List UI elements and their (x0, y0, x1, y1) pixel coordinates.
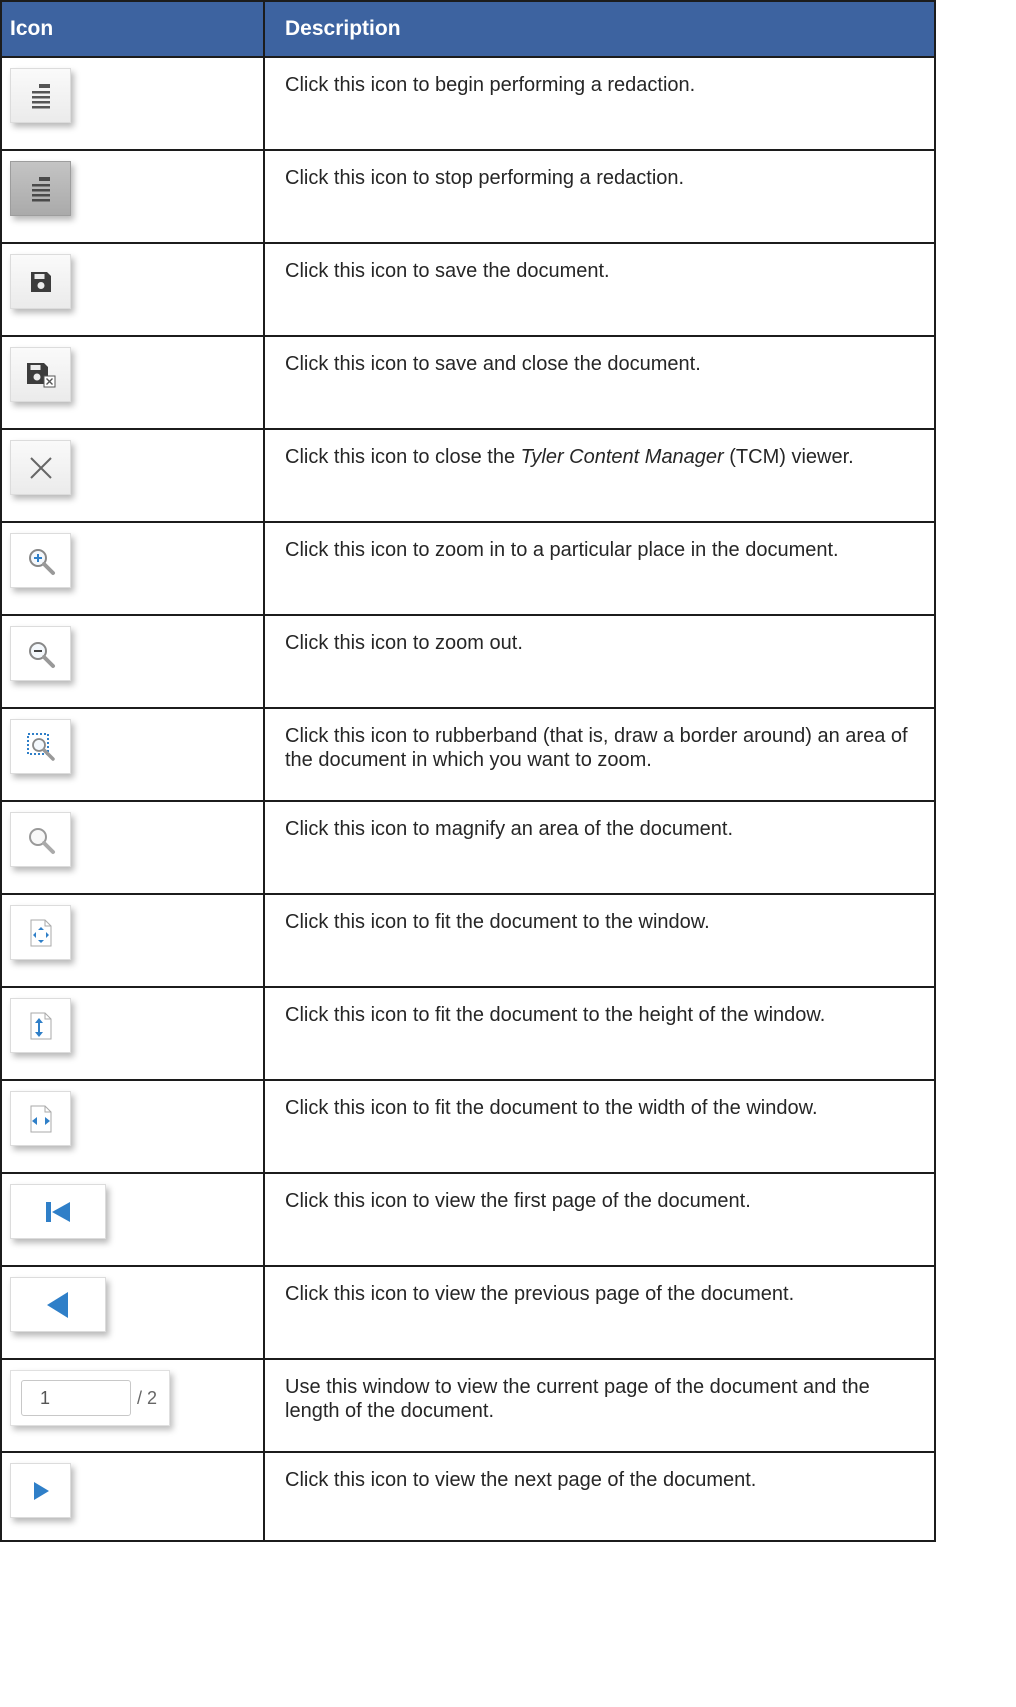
fit-window-icon (30, 919, 51, 946)
description-cell: Click this icon to zoom out. (263, 614, 935, 708)
fit-width-button[interactable] (10, 1091, 71, 1146)
icon-cell (1, 335, 264, 429)
save-button[interactable] (10, 254, 71, 309)
icon-cell (1, 614, 264, 708)
table-row: Click this icon to view the next page of… (1, 1451, 935, 1541)
icon-cell (1, 800, 264, 894)
fit-height-button[interactable] (10, 998, 71, 1053)
icon-cell (1, 428, 264, 522)
table-row: Click this icon to zoom out. (1, 614, 935, 708)
fit-window-button[interactable] (10, 905, 71, 960)
magnify-button[interactable] (10, 812, 71, 867)
table-row: Click this icon to close the Tyler Conte… (1, 428, 935, 522)
next-page-button[interactable] (10, 1463, 71, 1518)
icon-cell (1, 1451, 264, 1541)
description-cell: Click this icon to fit the document to t… (263, 1079, 935, 1173)
description-cell: Click this icon to view the previous pag… (263, 1265, 935, 1359)
start-redaction-icon (31, 83, 50, 108)
description-cell: Click this icon to rubberband (that is, … (263, 707, 935, 801)
table-row: Click this icon to view the previous pag… (1, 1265, 935, 1359)
close-button[interactable] (10, 440, 71, 495)
description-text: (TCM) viewer. (723, 446, 854, 468)
description-cell: Click this icon to fit the document to t… (263, 986, 935, 1080)
table-row: Click this icon to save the document. (1, 242, 935, 336)
stop-redaction-button[interactable] (10, 161, 71, 216)
current-page-input[interactable]: 1 (21, 1380, 131, 1416)
table-row: Click this icon to save and close the do… (1, 335, 935, 429)
icon-cell (1, 1079, 264, 1173)
icon-cell (1, 1172, 264, 1266)
table-row: Click this icon to rubberband (that is, … (1, 707, 935, 801)
previous-page-icon (47, 1291, 68, 1318)
description-text: Click this icon to close the (285, 446, 521, 468)
stop-redaction-icon (31, 176, 50, 201)
table-row: Click this icon to fit the document to t… (1, 1079, 935, 1173)
first-page-icon (46, 1201, 70, 1222)
fit-width-icon (30, 1105, 51, 1132)
table-row: Click this icon to stop performing a red… (1, 149, 935, 243)
icon-cell (1, 986, 264, 1080)
save-close-button[interactable] (10, 347, 71, 402)
page-indicator: 1 / 2 (10, 1370, 170, 1426)
table-header-row: Icon Description (1, 1, 935, 58)
icon-cell (1, 242, 264, 336)
description-cell: Use this window to view the current page… (263, 1358, 935, 1452)
description-cell: Click this icon to save the document. (263, 242, 935, 336)
description-cell: Click this icon to begin performing a re… (263, 56, 935, 150)
description-cell: Click this icon to fit the document to t… (263, 893, 935, 987)
icon-cell: 1 / 2 (1, 1358, 264, 1452)
description-cell: Click this icon to view the next page of… (263, 1451, 935, 1541)
first-page-button[interactable] (10, 1184, 106, 1239)
table-row: Click this icon to fit the document to t… (1, 986, 935, 1080)
previous-page-button[interactable] (10, 1277, 106, 1332)
icon-cell (1, 149, 264, 243)
magnify-icon (28, 827, 55, 854)
table-row: 1 / 2 Use this window to view the curren… (1, 1358, 935, 1452)
icon-cell (1, 1265, 264, 1359)
icon-cell (1, 707, 264, 801)
start-redaction-button[interactable] (10, 68, 71, 123)
table-row: Click this icon to fit the document to t… (1, 893, 935, 987)
table-row: Click this icon to view the first page o… (1, 1172, 935, 1266)
icon-reference-table: Icon Description Click this icon to begi… (0, 0, 936, 1542)
description-cell: Click this icon to magnify an area of th… (263, 800, 935, 894)
zoom-out-button[interactable] (10, 626, 71, 681)
close-icon (29, 456, 52, 479)
description-cell: Click this icon to save and close the do… (263, 335, 935, 429)
table-row: Click this icon to begin performing a re… (1, 56, 935, 150)
zoom-in-button[interactable] (10, 533, 71, 588)
zoom-out-icon (28, 641, 55, 668)
header-description-column: Description (263, 1, 935, 58)
zoom-in-icon (28, 548, 55, 575)
icon-cell (1, 56, 264, 150)
fit-height-icon (30, 1012, 51, 1039)
description-cell: Click this icon to view the first page o… (263, 1172, 935, 1266)
rubberband-zoom-button[interactable] (10, 719, 71, 774)
product-name: Tyler Content Manager (520, 446, 724, 468)
description-cell: Click this icon to close the Tyler Conte… (263, 428, 935, 522)
description-cell: Click this icon to stop performing a red… (263, 149, 935, 243)
save-icon (30, 271, 51, 292)
icon-cell (1, 893, 264, 987)
next-page-icon (33, 1481, 49, 1500)
icon-cell (1, 521, 264, 615)
rubberband-zoom-icon (26, 732, 55, 761)
table-row: Click this icon to zoom in to a particul… (1, 521, 935, 615)
total-pages-label: / 2 (137, 1387, 158, 1408)
description-cell: Click this icon to zoom in to a particul… (263, 521, 935, 615)
table-row: Click this icon to magnify an area of th… (1, 800, 935, 894)
header-icon-column: Icon (1, 1, 264, 58)
save-close-icon (26, 362, 55, 387)
